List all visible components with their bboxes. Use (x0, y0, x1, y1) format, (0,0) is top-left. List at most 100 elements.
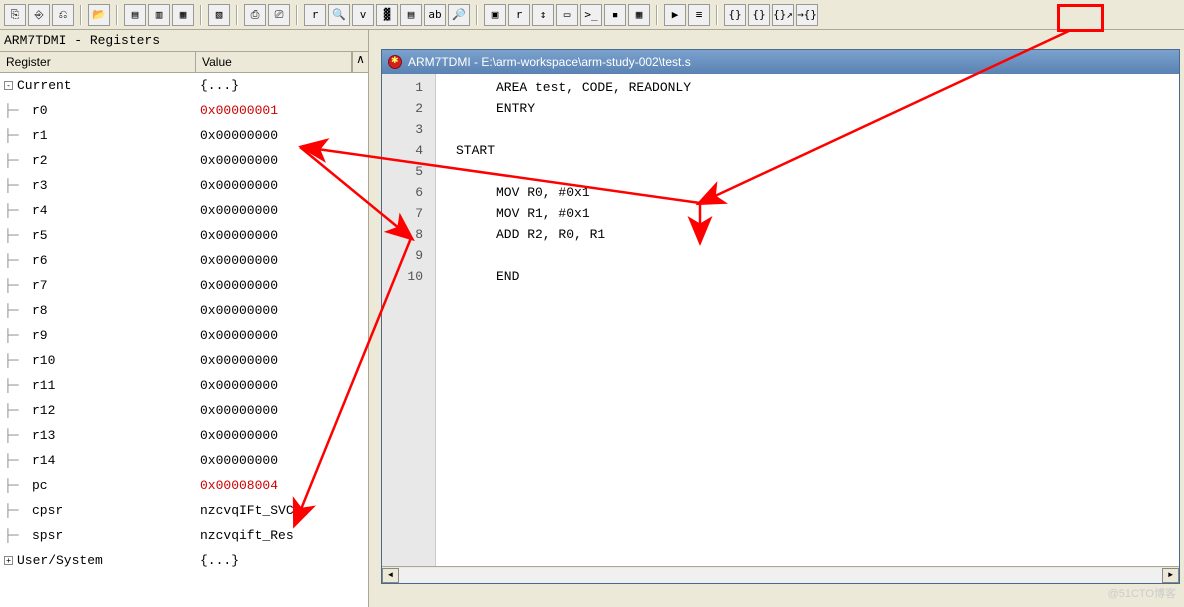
step-to-icon[interactable]: →{} (796, 4, 818, 26)
term-icon[interactable]: >_ (580, 4, 602, 26)
register-tree-node[interactable]: + User/System {...} (0, 548, 368, 573)
win4-icon[interactable]: ▭ (556, 4, 578, 26)
scroll-up-button[interactable]: ∧ (352, 52, 368, 72)
editor-titlebar[interactable]: ARM7TDMI - E:\arm-workspace\arm-study-00… (382, 50, 1179, 74)
log-icon[interactable]: ▪ (604, 4, 626, 26)
register-row[interactable]: ├─r00x00000001 (0, 98, 368, 123)
code-line[interactable] (436, 245, 1179, 266)
main-area: ARM7TDMI - Registers Register Value ∧ -C… (0, 30, 1184, 607)
register-row[interactable]: ├─r20x00000000 (0, 148, 368, 173)
watermark: @51CTO博客 (1108, 585, 1176, 601)
editor-title-text: ARM7TDMI - E:\arm-workspace\arm-study-00… (408, 55, 691, 69)
tree-line-icon: ├─ (4, 253, 32, 268)
code-area[interactable]: AREA test, CODE, READONLYENTRY START MOV R… (436, 74, 1179, 566)
register-name: r9 (32, 328, 48, 343)
code-line[interactable] (436, 119, 1179, 140)
register-value: 0x00000000 (196, 278, 368, 293)
win2-icon[interactable]: r (508, 4, 530, 26)
code-line[interactable]: END (436, 266, 1179, 287)
line-number: 9 (382, 245, 423, 266)
code-line[interactable]: MOV R1, #0x1 (436, 203, 1179, 224)
register-row[interactable]: ├─r40x00000000 (0, 198, 368, 223)
register-name: r3 (32, 178, 48, 193)
run-icon[interactable]: ▶ (664, 4, 686, 26)
register-row[interactable]: ├─r110x00000000 (0, 373, 368, 398)
mem-icon[interactable]: ▤ (400, 4, 422, 26)
col-header-register[interactable]: Register (0, 52, 196, 72)
register-row[interactable]: ├─r10x00000000 (0, 123, 368, 148)
register-value: {...} (196, 553, 368, 568)
register-row[interactable]: ├─r30x00000000 (0, 173, 368, 198)
register-row[interactable]: ├─spsrnzcvqift_Res (0, 523, 368, 548)
tree-toggle-icon[interactable]: + (4, 556, 13, 565)
register-value: 0x00000001 (196, 103, 368, 118)
editor-window: ARM7TDMI - E:\arm-workspace\arm-study-00… (381, 49, 1180, 584)
register-tree-node[interactable]: -Current{...} (0, 73, 368, 98)
editor-area: ARM7TDMI - E:\arm-workspace\arm-study-00… (369, 30, 1184, 607)
register-row[interactable]: ├─r100x00000000 (0, 348, 368, 373)
registers-body[interactable]: -Current{...} ├─r00x00000001 ├─r10x00000… (0, 73, 368, 607)
register-row[interactable]: ├─r120x00000000 (0, 398, 368, 423)
tree-line-icon: ├─ (4, 128, 32, 143)
register-row[interactable]: ├─r90x00000000 (0, 323, 368, 348)
step-into-icon[interactable]: {} (724, 4, 746, 26)
register-row[interactable]: ├─cpsrnzcvqIFt_SVC (0, 498, 368, 523)
register-name: r4 (32, 203, 48, 218)
tb-icon-5[interactable]: ▤ (124, 4, 146, 26)
tb-icon-6[interactable]: ▥ (148, 4, 170, 26)
line-number: 7➔ (382, 203, 423, 224)
reg-window-icon[interactable]: r (304, 4, 326, 26)
code-line[interactable]: START (436, 140, 1179, 161)
tree-toggle-icon[interactable]: - (4, 81, 13, 90)
code-line[interactable]: ENTRY (436, 98, 1179, 119)
line-number: 3 (382, 119, 423, 140)
scroll-track[interactable] (399, 568, 1162, 583)
scroll-right-button[interactable]: ► (1162, 568, 1179, 583)
win3-icon[interactable]: ↕ (532, 4, 554, 26)
find-icon[interactable]: 🔎 (448, 4, 470, 26)
register-row[interactable]: ├─r50x00000000 (0, 223, 368, 248)
register-row[interactable]: ├─r140x00000000 (0, 448, 368, 473)
step-over-icon[interactable]: {} (748, 4, 770, 26)
open-icon[interactable]: 📂 (88, 4, 110, 26)
editor-body[interactable]: 1234567➔8910 AREA test, CODE, READONLYEN… (382, 74, 1179, 566)
tb-icon-8[interactable]: ▧ (208, 4, 230, 26)
register-row[interactable]: ├─r80x00000000 (0, 298, 368, 323)
step-out-icon[interactable]: {}↗ (772, 4, 794, 26)
win1-icon[interactable]: ▣ (484, 4, 506, 26)
var-window-icon[interactable]: v (352, 4, 374, 26)
register-name: r13 (32, 428, 55, 443)
register-row[interactable]: ├─r60x00000000 (0, 248, 368, 273)
register-row[interactable]: ├─r130x00000000 (0, 423, 368, 448)
tb-icon-7[interactable]: ▦ (172, 4, 194, 26)
code-line[interactable]: ADD R2, R0, R1 (436, 224, 1179, 245)
tb-icon-2[interactable]: ⎆ (28, 4, 50, 26)
editor-horizontal-scrollbar[interactable]: ◄ ► (382, 566, 1179, 583)
code-line[interactable] (436, 161, 1179, 182)
tb-icon-9[interactable]: ⎙ (244, 4, 266, 26)
stack-icon[interactable]: ▓ (376, 4, 398, 26)
tb-icon-3[interactable]: ⎌ (52, 4, 74, 26)
register-row[interactable]: ├─r7 0x00000000 (0, 273, 368, 298)
search-icon[interactable]: 🔍 (328, 4, 350, 26)
col-header-value[interactable]: Value (196, 52, 352, 72)
abl-icon[interactable]: ab (424, 4, 446, 26)
out-icon[interactable]: ▦ (628, 4, 650, 26)
tb-icon-10[interactable]: ⎚ (268, 4, 290, 26)
tree-line-icon: ├─ (4, 278, 32, 293)
register-value: 0x00000000 (196, 253, 368, 268)
list-icon[interactable]: ≡ (688, 4, 710, 26)
register-name: User/System (17, 553, 103, 568)
scroll-left-button[interactable]: ◄ (382, 568, 399, 583)
register-name: Current (17, 78, 72, 93)
register-name: r11 (32, 378, 55, 393)
register-row[interactable]: ├─pc0x00008004 (0, 473, 368, 498)
register-name: r7 (32, 278, 48, 293)
line-number: 8 (382, 224, 423, 245)
register-value: nzcvqIFt_SVC (196, 503, 368, 518)
code-line[interactable]: MOV R0, #0x1 (436, 182, 1179, 203)
code-line[interactable]: AREA test, CODE, READONLY (436, 77, 1179, 98)
tree-line-icon: ├─ (4, 328, 32, 343)
register-value: 0x00008004 (196, 478, 368, 493)
tb-icon-1[interactable]: ⎘ (4, 4, 26, 26)
